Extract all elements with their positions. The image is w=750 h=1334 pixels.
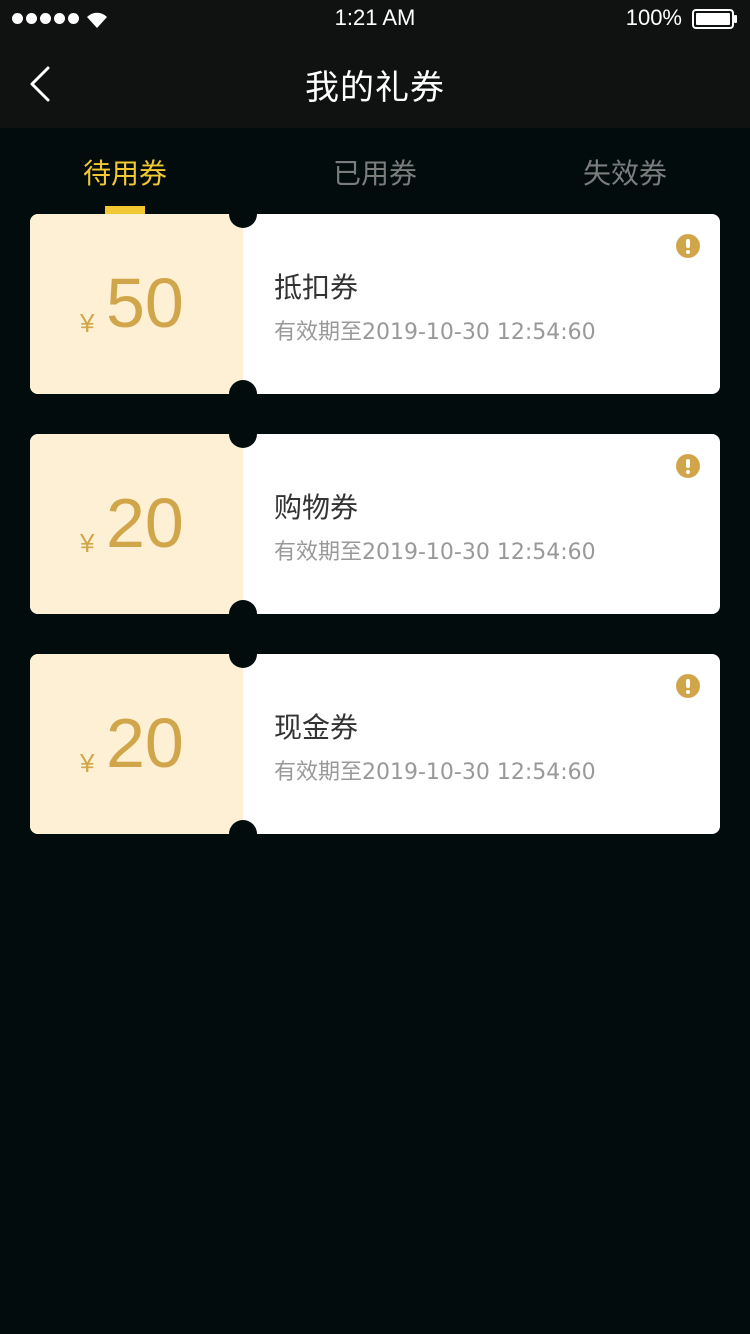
info-icon[interactable] — [676, 454, 700, 478]
coupon-validity: 有效期至2019-10-30 12:54:60 — [274, 760, 596, 785]
status-bar: 1:21 AM 100% — [0, 0, 750, 40]
coupon-validity: 有效期至2019-10-30 12:54:60 — [274, 540, 596, 565]
coupon-tabs: 待用券 已用券 失效券 — [0, 128, 750, 214]
active-tab-indicator — [105, 206, 145, 214]
coupon-card[interactable]: ¥ 50 抵扣券 有效期至2019-10-30 12:54:60 — [30, 214, 720, 394]
battery-icon — [692, 9, 737, 29]
coupon-name: 现金券 — [274, 711, 359, 744]
coupon-amount: 20 — [106, 704, 184, 782]
tab-expired[interactable]: 失效券 — [500, 152, 750, 192]
coupon-value-panel: ¥ 50 — [30, 214, 243, 394]
page-title: 我的礼券 — [305, 68, 445, 108]
currency-symbol: ¥ — [80, 308, 95, 338]
coupon-name: 购物券 — [274, 491, 359, 524]
info-icon[interactable] — [676, 234, 700, 258]
tab-used[interactable]: 已用券 — [250, 152, 500, 192]
coupon-card[interactable]: ¥ 20 现金券 有效期至2019-10-30 12:54:60 — [30, 654, 720, 834]
tab-pending[interactable]: 待用券 — [0, 152, 250, 192]
coupon-validity: 有效期至2019-10-30 12:54:60 — [274, 320, 596, 345]
info-icon[interactable] — [676, 674, 700, 698]
battery-percent: 100% — [625, 5, 682, 30]
coupon-card[interactable]: ¥ 20 购物券 有效期至2019-10-30 12:54:60 — [30, 434, 720, 614]
coupon-amount: 50 — [106, 264, 184, 342]
coupon-value-panel: ¥ 20 — [30, 434, 243, 614]
coupon-name: 抵扣券 — [274, 271, 359, 304]
nav-bar: 我的礼券 — [0, 40, 750, 128]
currency-symbol: ¥ — [80, 528, 95, 558]
currency-symbol: ¥ — [80, 748, 95, 778]
coupon-value-panel: ¥ 20 — [30, 654, 243, 834]
coupon-amount: 20 — [106, 484, 184, 562]
